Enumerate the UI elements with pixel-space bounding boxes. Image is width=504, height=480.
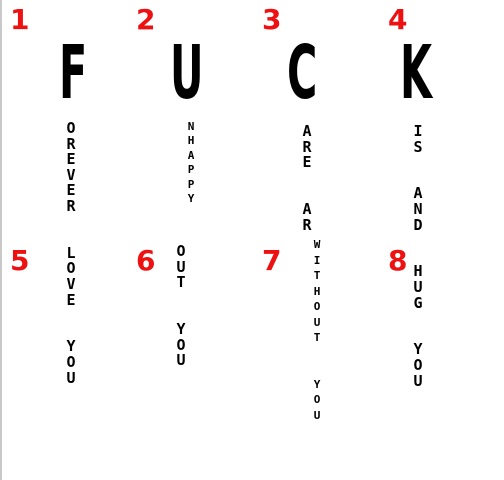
- vertical-letter: O: [313, 300, 321, 313]
- vertical-letter: H: [313, 284, 321, 298]
- panel-number-1: 1: [10, 3, 30, 36]
- big-letter-u: U: [170, 30, 204, 116]
- vertical-letter: [314, 363, 321, 379]
- vertical-letter: O: [313, 393, 321, 406]
- big-letter-k: K: [400, 30, 432, 116]
- vertical-letter: T: [313, 269, 321, 282]
- left-edge-border: [0, 0, 2, 480]
- vertical-text-col3-bottom: WITHOUT YOU: [310, 239, 324, 425]
- vertical-letter: R: [302, 215, 312, 234]
- vertical-letter: U: [176, 351, 186, 370]
- vertical-letter: N: [187, 120, 195, 133]
- vertical-letter: U: [313, 315, 321, 329]
- panel-number-3: 3: [262, 3, 282, 36]
- vertical-letter: U: [413, 371, 423, 390]
- vertical-letter: H: [187, 134, 195, 148]
- vertical-letter: T: [313, 331, 321, 344]
- vertical-letter: U: [66, 368, 76, 387]
- vertical-letter: U: [313, 408, 321, 422]
- vertical-letter: Y: [313, 377, 321, 391]
- vertical-text-col3-top: ARE AR: [300, 124, 314, 233]
- vertical-letter: A: [187, 148, 195, 162]
- big-letter-c: C: [287, 30, 318, 116]
- vertical-letter: [314, 348, 321, 364]
- panel-number-2: 2: [136, 3, 156, 36]
- panel-number-8: 8: [388, 244, 408, 277]
- vertical-letter: P: [187, 177, 195, 191]
- vertical-text-col1: OREVER LOVE YOU: [64, 121, 78, 386]
- vertical-text-col4: IS AND HUG YOU: [411, 124, 425, 389]
- panel-number-5: 5: [10, 244, 30, 277]
- vertical-letter: W: [313, 238, 321, 251]
- panel-number-7: 7: [262, 244, 282, 277]
- collage-canvas: 1 2 3 4 5 6 7 8 F U C K OREVER LOVE YOU …: [0, 0, 504, 480]
- big-letter-f: F: [59, 30, 88, 116]
- vertical-letter: I: [313, 253, 321, 267]
- vertical-text-col2-bottom: OUT YOU: [174, 244, 188, 369]
- vertical-text-col2-top: NHAPPY: [184, 121, 198, 207]
- vertical-letter: Y: [187, 191, 195, 205]
- panel-number-6: 6: [136, 244, 156, 277]
- vertical-letter: P: [187, 163, 195, 177]
